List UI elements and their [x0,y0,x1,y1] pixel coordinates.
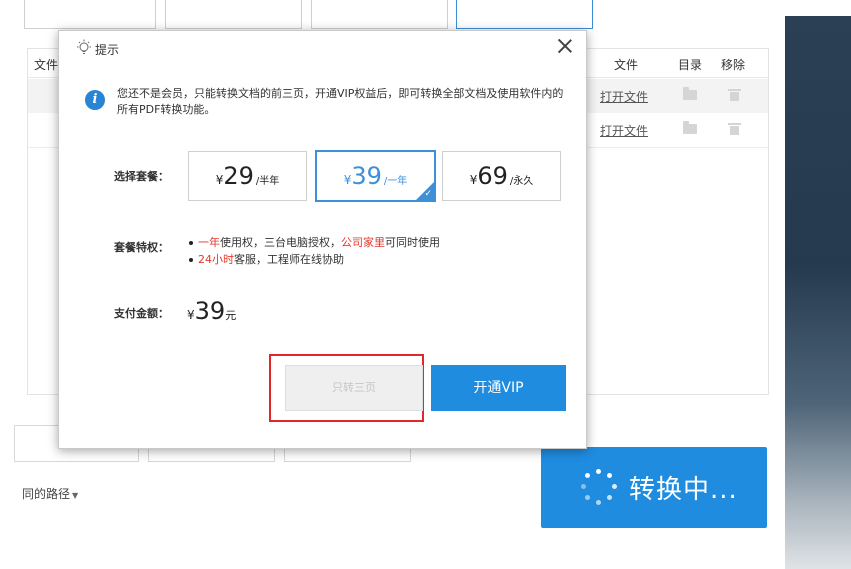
plan-price: 29 [223,162,254,190]
vip-prompt-dialog: 提示 i 您还不是会员，只能转换文档的前三页，开通VIP权益后，即可转换全部文档… [58,30,587,449]
feature-highlight: 一年 [198,236,220,249]
plan-unit: /一年 [383,176,408,187]
column-header-file: 文件 [34,58,59,72]
bullet-icon [189,258,193,262]
dialog-title: 提示 [95,43,120,57]
column-header-directory: 目录 [678,58,703,72]
column-header-remove: 移除 [721,58,746,72]
convert-three-pages-button[interactable]: 只转三页 [285,365,423,411]
folder-icon[interactable] [683,87,697,100]
checkmark-icon: ✓ [424,189,432,199]
open-file-link[interactable]: 打开文件 [600,88,648,105]
toolbar-box[interactable] [165,0,302,29]
feature-text: 客服，工程师在线协助 [234,253,344,266]
trash-icon[interactable] [728,123,741,135]
output-path-label: 同的路径 [22,487,71,501]
plan-option-half-year[interactable]: ¥29/半年 [188,151,307,201]
feature-highlight: 24小时 [198,253,234,266]
caret-down-icon: ▼ [72,491,79,500]
feature-highlight: 公司家里 [341,236,385,249]
feature-text: 使用权，三台电脑授权， [220,236,341,249]
plan-unit: /半年 [255,176,280,187]
membership-notice: 您还不是会员，只能转换文档的前三页，开通VIP权益后，即可转换全部文档及使用软件… [117,87,564,116]
feature-text: 可同时使用 [385,236,440,249]
features-list: 一年使用权，三台电脑授权，公司家里可同时使用 24小时客服，工程师在线协助 [189,234,440,268]
plan-label: 选择套餐： [114,170,169,183]
pay-amount: ¥39元 [187,297,236,325]
lightbulb-icon [77,39,91,54]
feature-item: 24小时客服，工程师在线协助 [189,251,440,268]
converting-label: 转换中... [629,475,738,505]
info-icon: i [85,90,105,110]
open-file-link[interactable]: 打开文件 [600,122,648,139]
bullet-icon [189,241,193,245]
toolbar-box[interactable] [311,0,448,29]
toolbar-box[interactable] [24,0,156,29]
column-header-file-action: 文件 [614,58,639,72]
pay-label: 支付金额： [114,307,169,320]
plan-unit: /永久 [509,176,534,187]
plan-option-one-year[interactable]: ¥39/一年 ✓ [315,150,436,202]
desktop-background [785,16,851,569]
features-label: 套餐特权： [114,241,169,254]
plan-option-lifetime[interactable]: ¥69/永久 [442,151,561,201]
close-icon[interactable] [556,37,574,55]
trash-icon[interactable] [728,89,741,101]
pay-unit: 元 [225,309,237,322]
folder-icon[interactable] [683,121,697,134]
pay-value: 39 [194,297,226,325]
loading-spinner-icon [581,469,617,505]
open-vip-button[interactable]: 开通VIP [431,365,566,411]
plan-price: 69 [477,162,508,190]
converting-button[interactable]: 转换中... [541,447,767,528]
output-path-dropdown[interactable]: 同的路径 ▼ [22,485,78,502]
dialog-header: 提示 [59,31,586,65]
toolbar-box-active[interactable] [456,0,593,29]
plan-price: 39 [351,162,382,190]
feature-item: 一年使用权，三台电脑授权，公司家里可同时使用 [189,234,440,251]
pay-currency: ¥ [187,308,195,322]
